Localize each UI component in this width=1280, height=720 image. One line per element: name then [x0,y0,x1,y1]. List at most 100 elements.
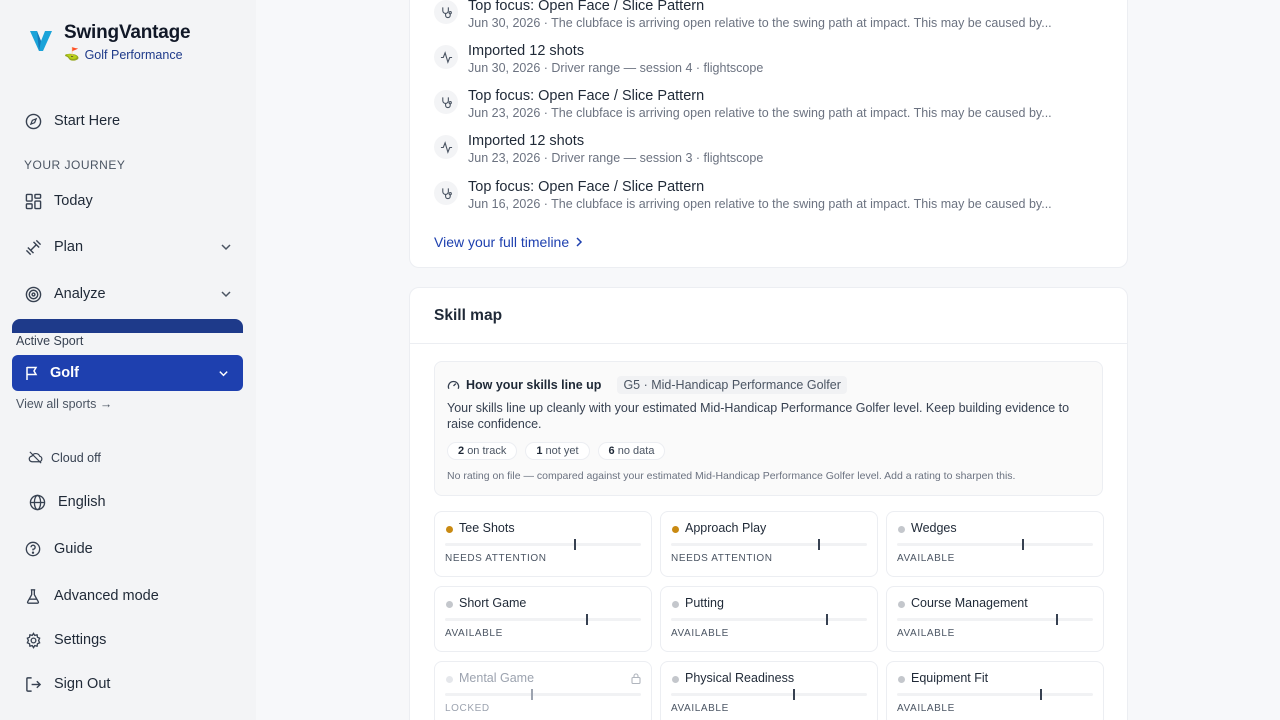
chip-count: 1 [536,445,543,457]
skill-tile-short-game[interactable]: Short Game AVAILABLE [434,586,652,652]
cloud-status[interactable]: Cloud off [28,450,101,465]
skill-track [671,693,867,696]
skill-track [897,543,1093,546]
dumbbell-icon [24,238,42,256]
view-all-sports-link[interactable]: View all sports → [16,397,112,411]
status-dot [898,676,905,683]
brand[interactable]: SwingVantage ⛳ Golf Performance [28,22,191,62]
skill-status: AVAILABLE [897,628,955,639]
cloud-status-label: Cloud off [51,450,101,465]
timeline-item[interactable]: Imported 12 shots Jun 23, 2026 · Driver … [434,133,763,165]
skill-tile-physical-readiness[interactable]: Physical Readiness AVAILABLE [660,661,878,720]
chip-label: no data [617,445,655,457]
skill-name: Wedges [911,521,957,535]
sidebar: SwingVantage ⛳ Golf Performance Start He… [0,0,256,720]
skill-name: Tee Shots [459,521,515,535]
nav-guide-label: Guide [54,541,93,557]
nav-start-here[interactable]: Start Here [24,109,120,133]
status-chips: 2 on track 1 not yet 6 no data [447,442,666,460]
skill-track [445,618,641,621]
skill-track [671,618,867,621]
level-badge: G5 · Mid-Handicap Performance Golfer [617,376,847,394]
nav-plan[interactable]: Plan [24,235,231,259]
timeline-item-sub: Jun 23, 2026 · Driver range — session 3 … [468,151,764,165]
timeline-item-sub: Jun 16, 2026 · The clubface is arriving … [468,197,1052,211]
skill-status: AVAILABLE [897,703,955,714]
nav-plan-label: Plan [54,239,84,255]
active-sport-button[interactable]: Golf [12,355,243,391]
stethoscope-icon [434,90,458,114]
active-sport-label: Active Sport [16,334,243,354]
timeline-item-title: Top focus: Open Face / Slice Pattern [468,179,705,195]
nav-start-here-label: Start Here [54,113,121,129]
activity-icon [434,135,458,159]
stethoscope-icon [434,181,458,205]
golf-flag-icon: ⛳ [64,47,80,61]
brand-logo-icon [30,31,52,51]
gear-icon [24,631,42,649]
skill-level-marker [574,539,576,550]
skill-level-marker [1022,539,1024,550]
view-full-timeline-link[interactable]: View your full timeline [434,234,583,250]
skill-tile-course-management[interactable]: Course Management AVAILABLE [886,586,1104,652]
skill-track [671,543,867,546]
skill-tile-tee-shots[interactable]: Tee Shots NEEDS ATTENTION [434,511,652,577]
skill-name: Equipment Fit [911,671,989,685]
nav-today[interactable]: Today [24,189,93,213]
status-dot [672,526,679,533]
nav-language[interactable]: English [28,490,106,514]
chevron-down-icon[interactable] [220,288,232,300]
skill-level-marker [826,614,828,625]
nav-sign-out[interactable]: Sign Out [24,672,110,696]
skill-tile-mental-game: Mental Game LOCKED [434,661,652,720]
flask-icon [24,587,42,605]
skill-map-card: Skill map How your skills line up G5 · M… [409,287,1128,720]
chevron-right-icon [576,237,583,247]
skill-status: AVAILABLE [445,628,503,639]
skill-level-marker [1056,614,1058,625]
chip-no-data: 6 no data [597,442,666,460]
skill-level-marker [531,689,533,700]
brand-subtitle-text: Golf Performance [84,47,183,62]
skill-lineup-panel: How your skills line up G5 · Mid-Handica… [434,361,1103,496]
timeline-item[interactable]: Top focus: Open Face / Slice Pattern Jun… [434,0,1052,30]
timeline-item-title: Top focus: Open Face / Slice Pattern [468,0,705,14]
nav-analyze[interactable]: Analyze [24,282,231,306]
skill-track [897,693,1093,696]
chip-on-track: 2 on track [447,442,518,460]
chip-label: on track [467,445,507,457]
skill-track [445,543,641,546]
skill-track [445,693,641,696]
skill-name: Short Game [459,596,527,610]
chip-count: 2 [458,445,465,457]
stethoscope-icon [434,0,458,24]
nav-settings[interactable]: Settings [24,628,106,652]
nav-today-label: Today [54,193,93,209]
log-out-icon [24,675,42,693]
timeline-item[interactable]: Imported 12 shots Jun 30, 2026 · Driver … [434,43,763,75]
skill-status: AVAILABLE [671,628,729,639]
timeline-item[interactable]: Top focus: Open Face / Slice Pattern Jun… [434,179,1052,211]
skill-tile-putting[interactable]: Putting AVAILABLE [660,586,878,652]
status-dot [898,601,905,608]
target-icon [24,285,42,303]
dashboard-icon [24,192,42,210]
nav-settings-label: Settings [54,632,107,648]
skill-tile-equipment-fit[interactable]: Equipment Fit AVAILABLE [886,661,1104,720]
lineup-header: How your skills line up G5 · Mid-Handica… [447,376,847,394]
skill-tile-approach-play[interactable]: Approach Play NEEDS ATTENTION [660,511,878,577]
status-dot [898,526,905,533]
timeline-item[interactable]: Top focus: Open Face / Slice Pattern Jun… [434,88,1052,120]
nav-advanced-mode[interactable]: Advanced mode [24,584,159,608]
globe-icon [28,493,46,511]
gauge-icon [447,380,460,389]
brand-name: SwingVantage [64,22,191,43]
timeline-item-sub: Jun 30, 2026 · Driver range — session 4 … [468,61,764,75]
timeline-item-title: Top focus: Open Face / Slice Pattern [468,88,705,104]
nav-advanced-mode-label: Advanced mode [54,588,159,604]
nav-analyze-label: Analyze [54,286,106,302]
chevron-down-icon[interactable] [220,241,232,253]
skill-tile-wedges[interactable]: Wedges AVAILABLE [886,511,1104,577]
nav-guide[interactable]: Guide [24,537,93,561]
active-sport-strip [12,319,243,333]
